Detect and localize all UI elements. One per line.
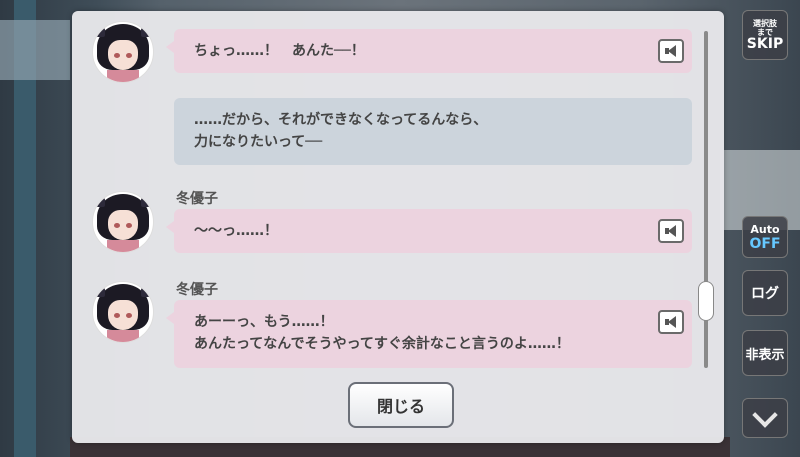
log-message-bubble: ちょっ……！ あんた──！ — [166, 29, 692, 73]
avatar — [92, 191, 154, 253]
log-message-text: ～～っ……！ — [194, 223, 278, 239]
background-sign — [0, 20, 70, 80]
log-message-bubble: ～～っ……！ — [166, 209, 692, 253]
auto-state: OFF — [749, 235, 781, 252]
auto-label: Auto — [750, 222, 780, 236]
speaker-icon[interactable] — [658, 310, 684, 334]
speaker-name: 冬優子 — [176, 191, 218, 207]
menu-collapse-button[interactable] — [742, 398, 788, 438]
message-log-panel: ちょっ……！ あんた──！ ……だから、それができなくなってるんなら、 力になり… — [72, 11, 724, 443]
speaker-icon[interactable] — [658, 219, 684, 243]
hide-ui-button[interactable]: 非表示 — [742, 330, 788, 376]
log-button[interactable]: ログ — [742, 270, 788, 316]
chevron-down-icon — [752, 402, 778, 428]
log-message-bubble: ……だから、それができなくなってるんなら、 力になりたいって── — [174, 98, 692, 165]
log-message-text-line: あーーっ、もう……！ — [194, 314, 334, 330]
skip-label: SKIP — [746, 35, 784, 52]
close-button[interactable]: 閉じる — [348, 382, 454, 428]
avatar — [92, 21, 154, 83]
speaker-name: 冬優子 — [176, 282, 218, 298]
avatar — [92, 281, 154, 343]
auto-toggle-button[interactable]: Auto OFF — [742, 216, 788, 258]
skip-label-small: 選択肢 — [753, 18, 777, 28]
log-message-text-line: 力になりたいって── — [194, 134, 323, 150]
log-message-bubble: あーーっ、もう……！ あんたってなんでそうやってすぐ余計なこと言うのよ……！ — [166, 300, 692, 368]
log-message-text: ちょっ……！ あんた──！ — [194, 43, 365, 59]
log-message-text-line: あんたってなんでそうやってすぐ余計なこと言うのよ……！ — [194, 336, 570, 352]
scrollbar-thumb[interactable] — [698, 281, 714, 321]
log-message-text-line: ……だから、それができなくなってるんなら、 — [194, 112, 488, 128]
speaker-icon[interactable] — [658, 39, 684, 63]
skip-to-choice-button[interactable]: 選択肢 まで SKIP — [742, 10, 788, 60]
